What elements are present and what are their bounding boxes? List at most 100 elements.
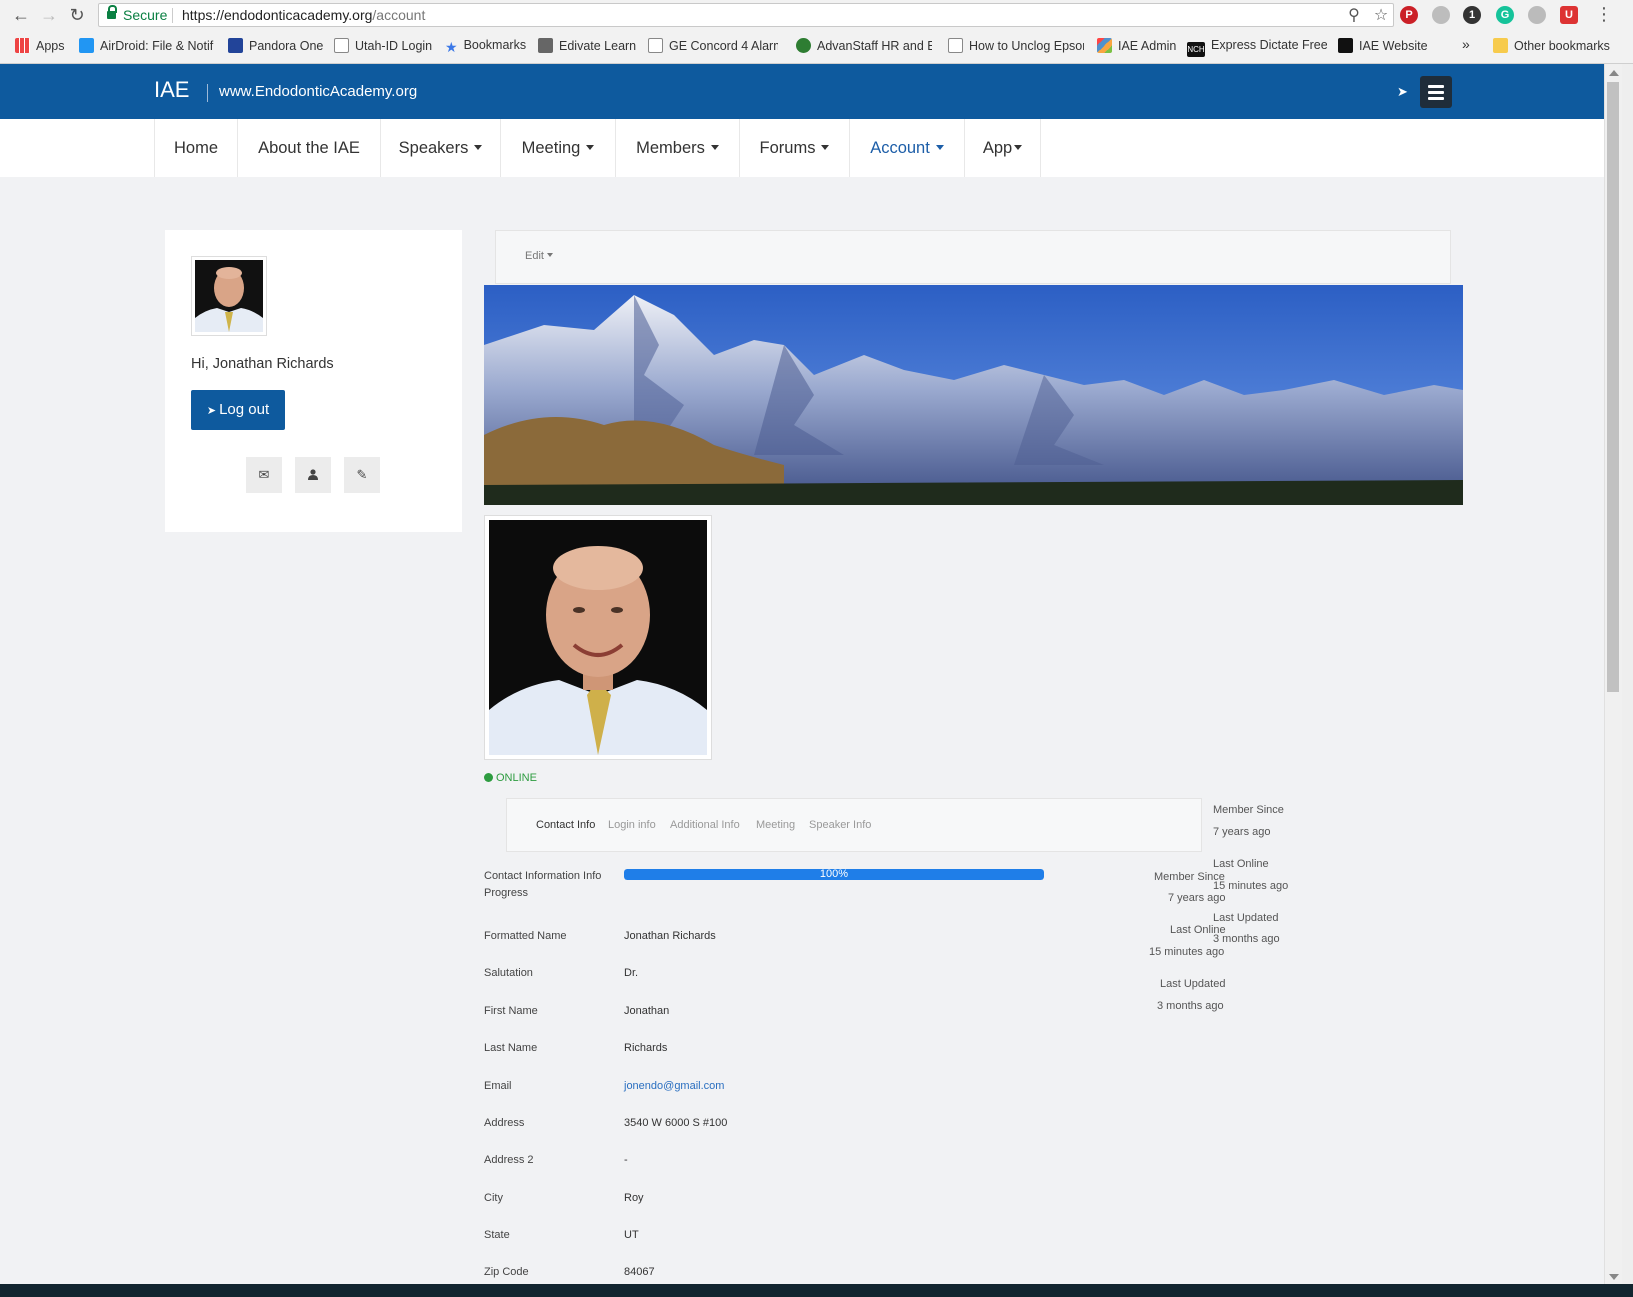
edit-profile-button[interactable]: ✎ — [344, 457, 380, 493]
nav-app[interactable]: App — [965, 119, 1041, 177]
joomla-icon — [1338, 38, 1353, 53]
field-value-salutation: Dr. — [624, 967, 639, 979]
edit-dropdown[interactable]: Edit — [525, 250, 553, 262]
envelope-icon: ✉ — [258, 467, 270, 482]
hamburger-menu-icon[interactable] — [1420, 76, 1452, 108]
field-value-first-name: Jonathan — [624, 1005, 670, 1017]
bookmark-bookmarks[interactable]: ★ Bookmarks — [445, 38, 526, 54]
main-navigation: Home About the IAE Speakers Meeting Memb… — [0, 119, 1604, 177]
member-since-value: 7 years ago — [1168, 892, 1226, 904]
bookmark-pandora[interactable]: Pandora One — [228, 38, 323, 53]
back-arrow-icon[interactable]: ← — [10, 4, 32, 26]
cloud-extension-icon[interactable] — [1528, 6, 1546, 24]
profile-toolbar: Edit — [495, 230, 1451, 284]
bookmark-advanstaff[interactable]: AdvanStaff HR and E — [796, 38, 932, 53]
field-label-last-name: Last Name — [484, 1042, 538, 1054]
nav-speakers[interactable]: Speakers — [381, 119, 501, 177]
logout-button[interactable]: ➤ Log out — [191, 390, 285, 430]
secure-label: Secure — [123, 7, 168, 23]
field-label-email: Email — [484, 1080, 512, 1092]
star-icon: ★ — [445, 39, 458, 54]
pinterest-extension-icon[interactable]: P — [1400, 6, 1418, 24]
last-updated-label: Last Updated — [1160, 978, 1226, 990]
forward-arrow-icon[interactable]: → — [38, 4, 60, 26]
site-brand[interactable]: IAE — [154, 77, 189, 103]
messages-button[interactable]: ✉ — [246, 457, 282, 493]
shield-extension-icon[interactable]: U — [1560, 6, 1578, 24]
scroll-thumb[interactable] — [1607, 82, 1619, 692]
nav-meeting[interactable]: Meeting — [501, 119, 616, 177]
progress-label: Contact Information Info Progress — [484, 870, 602, 899]
chevron-down-icon — [546, 253, 553, 257]
lock-icon — [107, 5, 117, 20]
browser-toolbar: ← → ↻ Secure https://endodonticacademy.o… — [0, 0, 1633, 64]
bookmark-unclog[interactable]: How to Unclog Epsor — [948, 38, 1084, 53]
bookmark-express-dictate[interactable]: NCH Express Dictate Free — [1187, 38, 1327, 57]
contact-progress-bar: 100% — [624, 869, 1044, 880]
profile-photo — [484, 515, 712, 760]
user-icon — [308, 469, 318, 480]
bookmark-apps[interactable]: Apps — [15, 38, 65, 53]
last-online-value: 15 minutes ago — [1149, 946, 1225, 958]
bookmark-iae-admin[interactable]: IAE Admin — [1097, 38, 1176, 53]
scroll-down-icon[interactable] — [1609, 1274, 1619, 1280]
field-value-formatted-name: Jonathan Richards — [624, 930, 716, 942]
edivate-icon — [538, 38, 553, 53]
extension-badge-icon[interactable]: 1 — [1463, 6, 1481, 24]
address-bar[interactable]: Secure https://endodonticacademy.org/acc… — [98, 3, 1394, 27]
profile-button[interactable] — [295, 457, 331, 493]
pencil-icon: ✎ — [356, 467, 368, 482]
avatar[interactable] — [191, 256, 267, 336]
field-label-zip-code: Zip Code — [484, 1266, 529, 1278]
nch-icon: NCH — [1187, 42, 1205, 57]
bookmark-other[interactable]: Other bookmarks — [1493, 38, 1610, 53]
chevron-down-icon — [821, 145, 830, 150]
airdroid-icon — [79, 38, 94, 53]
tab-speaker-info[interactable]: Speaker Info — [809, 819, 871, 831]
browser-menu-icon[interactable]: ⋮ — [1595, 4, 1613, 25]
last-updated-value: 3 months ago — [1157, 1000, 1224, 1012]
field-label-salutation: Salutation — [484, 967, 533, 979]
bookmark-ge-concord[interactable]: GE Concord 4 Alarm — [648, 38, 778, 53]
chevron-down-icon — [935, 145, 944, 150]
user-greeting: Hi, Jonathan Richards — [191, 356, 334, 372]
bookmark-utah-id[interactable]: Utah-ID Login — [334, 38, 432, 53]
page-scrollbar[interactable] — [1604, 64, 1622, 1284]
scroll-up-icon[interactable] — [1609, 70, 1619, 76]
os-taskbar — [0, 1284, 1633, 1297]
field-label-address: Address — [484, 1117, 525, 1129]
nav-forums[interactable]: Forums — [740, 119, 850, 177]
sign-out-icon: ➤ — [206, 405, 217, 417]
field-label-formatted-name: Formatted Name — [484, 930, 567, 942]
sign-out-icon[interactable]: ➤ — [1397, 84, 1408, 100]
bookmark-star-icon[interactable]: ☆ — [1371, 5, 1391, 27]
site-url[interactable]: www.EndodonticAcademy.org — [219, 83, 417, 100]
tab-additional-info[interactable]: Additional Info — [670, 819, 740, 831]
extension-circle-icon[interactable] — [1432, 6, 1450, 24]
nav-home[interactable]: Home — [154, 119, 238, 177]
adjacent-window-edge — [1622, 64, 1633, 1284]
member-since-value: 7 years ago — [1213, 826, 1271, 838]
chevron-down-icon — [1014, 145, 1023, 150]
nav-account[interactable]: Account — [850, 119, 965, 177]
zoom-icon[interactable]: ⚲ — [1344, 5, 1364, 27]
bookmarks-overflow-icon[interactable]: » — [1462, 36, 1470, 52]
folder-icon — [1493, 38, 1508, 53]
field-value-city: Roy — [624, 1192, 644, 1204]
reload-icon[interactable]: ↻ — [66, 4, 88, 26]
grammarly-extension-icon[interactable]: G — [1496, 6, 1514, 24]
bookmark-airdroid[interactable]: AirDroid: File & Notif — [79, 38, 214, 53]
field-value-email[interactable]: jonendo@gmail.com — [624, 1080, 724, 1092]
bookmark-edivate[interactable]: Edivate Learn — [538, 38, 636, 53]
nav-members[interactable]: Members — [616, 119, 740, 177]
nav-about[interactable]: About the IAE — [238, 119, 381, 177]
bookmarks-bar: Apps AirDroid: File & Notif Pandora One … — [0, 34, 1633, 60]
field-value-zip-code: 84067 — [624, 1266, 655, 1278]
bookmark-iae-website[interactable]: IAE Website — [1338, 38, 1428, 53]
tab-login-info[interactable]: Login info — [608, 819, 656, 831]
tab-contact-info[interactable]: Contact Info — [536, 819, 595, 831]
site-header: IAE www.EndodonticAcademy.org ➤ — [0, 64, 1604, 119]
tab-meeting[interactable]: Meeting — [756, 819, 795, 831]
chevron-down-icon — [710, 145, 719, 150]
pandora-icon — [228, 38, 243, 53]
